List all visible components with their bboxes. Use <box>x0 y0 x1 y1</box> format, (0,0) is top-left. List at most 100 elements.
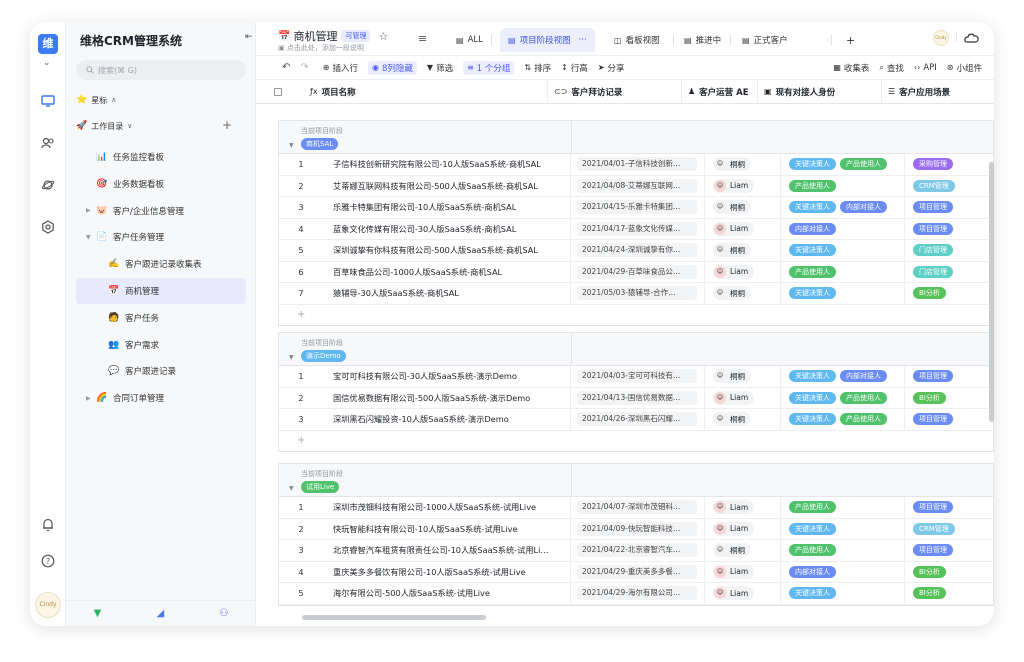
linked-record[interactable]: 2021/04/29-重庆美多多餐… <box>577 564 697 579</box>
cell-project-name[interactable]: 北京睿智汽车租赁有限责任公司-10人版SaaS系统-试用Li… <box>323 540 571 561</box>
cell-identity[interactable]: 关键决策人 <box>781 283 905 304</box>
cell-identity[interactable]: 产品使用人 <box>781 540 905 561</box>
column-header-name[interactable]: ƒx 项目名称 <box>300 80 548 104</box>
row-height-button[interactable]: ↕ 行高 <box>561 62 588 74</box>
cell-identity[interactable]: 产品使用人 <box>781 175 905 196</box>
sidebar-item[interactable]: 🧑 客户任务 <box>76 305 246 331</box>
member-chip[interactable]: ☺ 桐桐 <box>713 412 751 427</box>
group-header[interactable]: ▼ 当前项目阶段 试用Live <box>279 464 993 497</box>
planet-icon[interactable] <box>39 176 57 194</box>
online-user-avatar[interactable]: Cindy <box>932 30 949 46</box>
datasheet-description[interactable]: ▣ 点击此处，添加一段说明 <box>278 43 364 53</box>
cell-identity[interactable]: 产品使用人 <box>781 261 905 282</box>
cell-identity[interactable]: 关键决策人 产品使用人 <box>781 154 905 175</box>
table-row[interactable]: 4 蓝象文化传媒有限公司-30人版SaaS系统-商机SAL 2021/04/17-蓝… <box>279 218 993 240</box>
monitor-icon[interactable] <box>39 92 57 110</box>
tab-stage-view[interactable]: ▤ 项目阶段视图 ··· <box>500 28 595 52</box>
cell-ae[interactable]: ☺ Liam <box>705 387 781 408</box>
more-icon[interactable]: ··· <box>579 35 587 45</box>
cell-ae[interactable]: ☺ 桐桐 <box>705 283 781 304</box>
linked-record[interactable]: 2021/04/03-宝可可科技有… <box>577 369 697 384</box>
column-header-record[interactable]: ⊂⊃ 客户拜访记录 <box>548 80 682 104</box>
linked-record[interactable]: 2021/04/29-海尔有限公司… <box>577 586 697 601</box>
cell-ae[interactable]: ☺ Liam <box>705 218 781 239</box>
add-node-button[interactable]: + <box>222 118 232 132</box>
datasheet-title[interactable]: 📅 商机管理 可管理 ☆ <box>278 28 388 44</box>
cell-visit-record[interactable]: 2021/04/24-深圳诚挚有你… <box>571 240 705 261</box>
form-button[interactable]: ▦ 收集表 <box>833 62 869 74</box>
add-view-button[interactable]: + <box>838 28 863 52</box>
cell-identity[interactable]: 关键决策人 <box>781 583 905 604</box>
member-chip[interactable]: ☺ 桐桐 <box>713 543 751 558</box>
robot-icon[interactable] <box>964 32 980 44</box>
cell-identity[interactable]: 关键决策人 产品使用人 <box>781 409 905 430</box>
catalog-section[interactable]: 🚀 工作目录 ∨ <box>76 116 132 136</box>
sidebar-item[interactable]: ✍️ 客户跟进记录收集表 <box>76 251 246 277</box>
member-chip[interactable]: ☺ 桐桐 <box>713 200 751 215</box>
filter-button[interactable]: ▼ 筛选 <box>427 62 453 74</box>
member-chip[interactable]: ☺ Liam <box>713 521 755 536</box>
cell-visit-record[interactable]: 2021/04/08-艾蒂娜互联网… <box>571 175 705 196</box>
cell-app-scene[interactable]: BI分析 <box>905 283 994 304</box>
space-logo[interactable]: 维 <box>38 34 58 54</box>
caret-down-icon[interactable]: ▼ <box>289 485 294 492</box>
cell-project-name[interactable]: 蓝象文化传媒有限公司-30人版SaaS系统-商机SAL <box>323 218 571 239</box>
caret-right-icon[interactable]: ▶ <box>86 207 91 214</box>
cell-ae[interactable]: ☺ Liam <box>705 561 781 582</box>
group-header[interactable]: ▼ 当前项目阶段 商机SAL <box>279 121 993 154</box>
cell-visit-record[interactable]: 2021/04/29-百草味食品公… <box>571 261 705 282</box>
search-input[interactable]: 搜索(⌘ G) <box>76 60 246 80</box>
member-chip[interactable]: ☺ Liam <box>713 390 755 405</box>
add-record-button[interactable]: + <box>279 431 993 451</box>
add-record-button[interactable]: + <box>279 305 993 325</box>
cell-ae[interactable]: ☺ Liam <box>705 518 781 539</box>
sort-button[interactable]: ⇅ 排序 <box>524 62 551 74</box>
table-row[interactable]: 2 艾蒂娜互联网科技有限公司-500人版SaaS系统-商机SAL 2021/04/0… <box>279 175 994 197</box>
member-chip[interactable]: ☺ Liam <box>713 264 755 279</box>
member-chip[interactable]: ☺ 桐桐 <box>713 243 751 258</box>
cell-identity[interactable]: 内部对接人 <box>781 561 905 582</box>
group-header[interactable]: ▼ 当前项目阶段 演示Demo <box>279 333 993 366</box>
api-button[interactable]: ‹› API <box>914 63 937 73</box>
group-button[interactable]: ≡ 1 个分组 <box>463 60 515 75</box>
cell-ae[interactable]: ☺ 桐桐 <box>705 409 781 430</box>
linked-record[interactable]: 2021/04/15-乐雅卡特集团… <box>577 200 697 215</box>
trash-icon[interactable]: ▼ <box>94 608 102 619</box>
cell-app-scene[interactable]: CRM管理 <box>905 176 994 197</box>
linked-record[interactable]: 2021/04/09-快玩智能科技… <box>577 521 697 536</box>
cell-app-scene[interactable]: 项目管理 <box>905 197 994 218</box>
member-chip[interactable]: ☺ Liam <box>713 500 755 515</box>
linked-record[interactable]: 2021/04/08-艾蒂娜互联网… <box>577 178 697 193</box>
cell-project-name[interactable]: 乐雅卡特集团有限公司-10人版SaaS系统-商机SAL <box>323 197 571 218</box>
caret-down-icon[interactable]: ▼ <box>86 234 91 241</box>
cell-ae[interactable]: ☺ Liam <box>705 261 781 282</box>
cell-app-scene[interactable]: 项目管理 <box>905 366 994 387</box>
table-row[interactable]: 1 子信科技创新研究院有限公司-10人版SaaS系统-商机SAL 2021/04/0… <box>279 154 993 176</box>
find-button[interactable]: ⌕ 查找 <box>879 62 904 74</box>
cell-app-scene[interactable]: CRM管理 <box>905 519 994 540</box>
table-row[interactable]: 4 重庆美多多餐饮有限公司-10人版SaaS系统-试用Live 2021/04/29… <box>279 561 993 583</box>
cell-app-scene[interactable]: BI分析 <box>905 583 994 604</box>
cell-visit-record[interactable]: 2021/04/09-快玩智能科技… <box>571 518 705 539</box>
cell-visit-record[interactable]: 2021/05/03-猿辅导-合作… <box>571 283 705 304</box>
cell-project-name[interactable]: 重庆美多多餐饮有限公司-10人版SaaS系统-试用Live <box>323 561 571 582</box>
sidebar-item[interactable]: ▶ 🐷 客户/企业信息管理 <box>76 198 246 224</box>
cell-project-name[interactable]: 深圳市茂钿科技有限公司-1000人版SaaS系统-试用Live <box>323 497 571 518</box>
star-icon[interactable]: ☆ <box>378 30 388 43</box>
sidebar-item[interactable]: 🎯 业务数据看板 <box>76 171 246 197</box>
sidebar-item[interactable]: ▼ 📄 客户任务管理 <box>76 224 246 250</box>
cell-visit-record[interactable]: 2021/04/26-深圳黑石闪耀… <box>571 409 705 430</box>
vertical-scrollbar[interactable] <box>989 162 994 422</box>
collapse-sidebar-icon[interactable]: ⇤ <box>245 32 253 42</box>
linked-record[interactable]: 2021/04/29-百草味食品公… <box>577 264 697 279</box>
cell-identity[interactable]: 产品使用人 <box>781 497 905 518</box>
tab-all[interactable]: ▤ ALL <box>448 28 491 52</box>
cell-ae[interactable]: ☺ Liam <box>705 583 781 604</box>
cell-project-name[interactable]: 海尔有限公司-500人版SaaS系统-试用Live <box>323 583 571 604</box>
tab-pushing[interactable]: ▤ 推进中 <box>676 28 729 52</box>
cell-identity[interactable]: 关键决策人 产品使用人 <box>781 387 905 408</box>
insert-row-button[interactable]: ⊕ 插入行 <box>323 62 358 74</box>
table-row[interactable]: 2 快玩智能科技有限公司-10人版SaaS系统-试用Live 2021/04/09-… <box>279 518 994 540</box>
cell-project-name[interactable]: 国信优易数据有限公司-500人版SaaS系统-演示Demo <box>323 387 571 408</box>
column-header-ae[interactable]: ♟ 客户运营 AE <box>682 80 758 104</box>
